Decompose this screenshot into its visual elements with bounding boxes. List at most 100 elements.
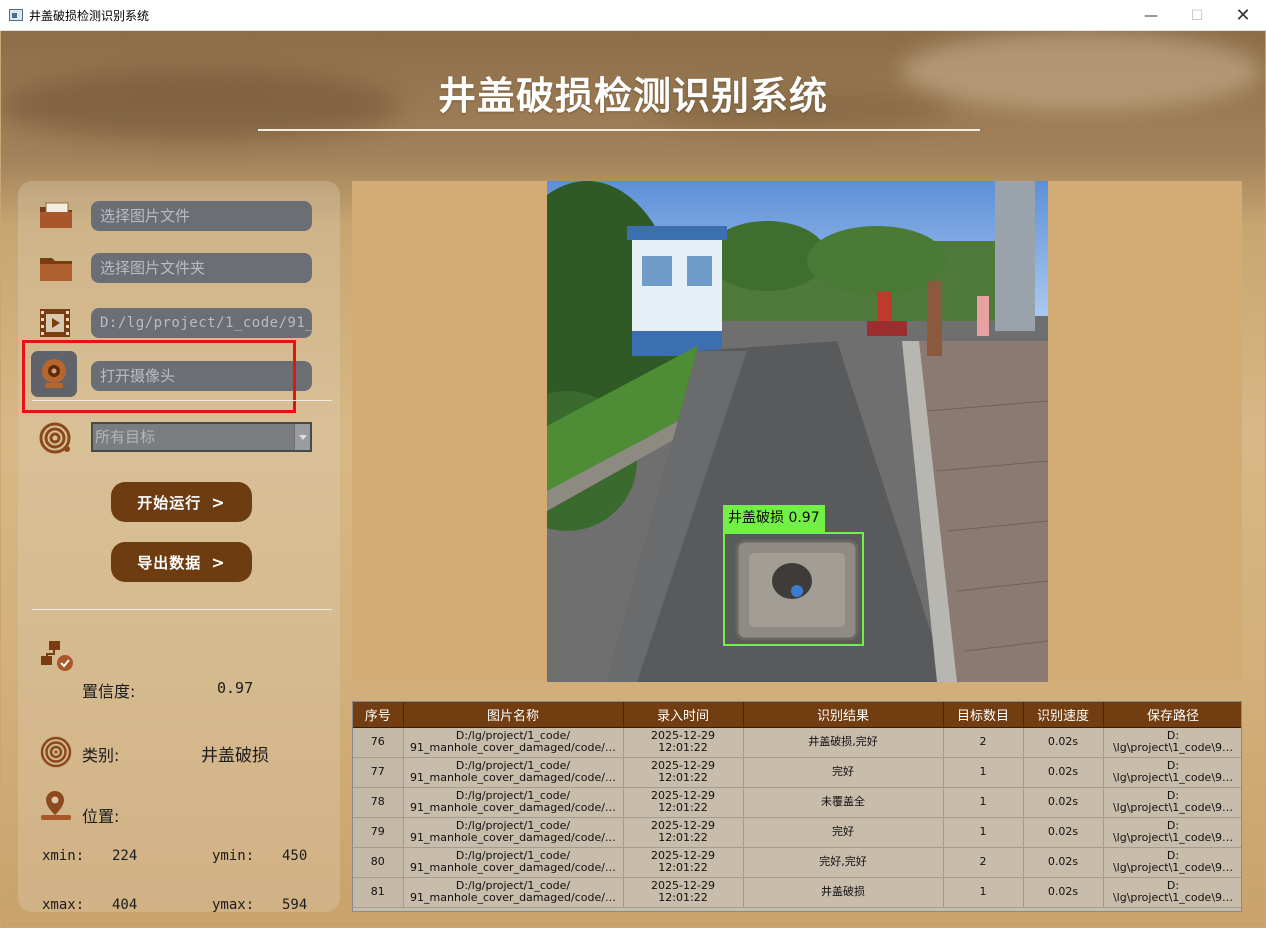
cell-result[interactable]: 未覆盖全 (743, 787, 944, 818)
cell-entry-time[interactable]: 2025-12-29 12:01:22 (623, 727, 744, 758)
cell-index-text: 80 (370, 855, 385, 868)
cell-result[interactable]: 完好,完好 (743, 847, 944, 878)
cell-result-text: 井盖破损,完好 (808, 735, 878, 748)
cell-result-text: 完好 (832, 765, 854, 778)
cell-speed-text: 0.02s (1047, 735, 1079, 748)
cell-speed[interactable]: 0.02s (1023, 877, 1104, 908)
cell-result[interactable]: 完好 (743, 817, 944, 848)
cell-index[interactable]: 81 (353, 877, 404, 908)
cell-entry-time[interactable]: 2025-12-29 12:01:22 (623, 817, 744, 848)
category-value: 井盖破损 (201, 746, 269, 766)
target-select[interactable]: 所有目标 (91, 422, 312, 452)
col-header-target-count[interactable]: 目标数目 (943, 702, 1024, 728)
cell-entry-time-text: 12:01:22 (658, 801, 708, 814)
export-data-label: 导出数据 (137, 553, 202, 572)
video-file-field[interactable]: D:/lg/project/1_code/91_mar (91, 308, 312, 338)
cell-speed[interactable]: 0.02s (1023, 817, 1104, 848)
cell-speed[interactable]: 0.02s (1023, 787, 1104, 818)
cell-entry-time[interactable]: 2025-12-29 12:01:22 (623, 757, 744, 788)
position-label: 位置: (82, 807, 120, 826)
cell-target-count[interactable]: 1 (943, 817, 1024, 848)
col-header-save-path[interactable]: 保存路径 (1103, 702, 1241, 728)
table-row[interactable]: 80 D:/lg/project/1_code/91_manhole_cover_… (353, 847, 1241, 878)
maximize-button[interactable]: ☐ (1174, 0, 1220, 31)
cell-speed[interactable]: 0.02s (1023, 847, 1104, 878)
confidence-value: 0.97 (217, 679, 254, 697)
col-header-image-name[interactable]: 图片名称 (403, 702, 624, 728)
camera-highlight-box (22, 340, 296, 413)
cell-image-name-text: 91_manhole_cover_damaged/code/… (410, 861, 616, 874)
table-row[interactable]: 77 D:/lg/project/1_code/91_manhole_cover_… (353, 757, 1241, 788)
table-row[interactable]: 79 D:/lg/project/1_code/91_manhole_cover_… (353, 817, 1241, 848)
xmin-label: xmin: (42, 848, 85, 864)
cell-save-path-text: \lg\project\1_code\9… (1112, 801, 1234, 814)
close-button[interactable]: ✕ (1220, 0, 1266, 31)
category-target-icon (40, 736, 72, 768)
cell-save-path-text: \lg\project\1_code\9… (1112, 741, 1234, 754)
col-header-result[interactable]: 识别结果 (743, 702, 944, 728)
cell-target-count[interactable]: 1 (943, 757, 1024, 788)
chevron-down-icon[interactable] (294, 424, 310, 450)
cell-entry-time[interactable]: 2025-12-29 12:01:22 (623, 847, 744, 878)
image-folder-icon[interactable] (37, 198, 75, 232)
ymin-label: ymin: (212, 848, 255, 864)
cell-result[interactable]: 井盖破损 (743, 877, 944, 908)
table-row[interactable]: 78 D:/lg/project/1_code/91_manhole_cover_… (353, 787, 1241, 818)
detection-label: 井盖破损 0.97 (723, 505, 825, 532)
cell-image-name[interactable]: D:/lg/project/1_code/91_manhole_cover_da… (403, 847, 624, 878)
cell-save-path[interactable]: D: \lg\project\1_code\9… (1103, 727, 1241, 758)
cell-index-text: 81 (370, 885, 385, 898)
cell-target-count[interactable]: 2 (943, 847, 1024, 878)
col-header-entry-time[interactable]: 录入时间 (623, 702, 744, 728)
col-header-speed[interactable]: 识别速度 (1023, 702, 1104, 728)
cell-speed[interactable]: 0.02s (1023, 727, 1104, 758)
cell-entry-time[interactable]: 2025-12-29 12:01:22 (623, 877, 744, 908)
video-film-icon[interactable] (37, 306, 75, 340)
cell-save-path[interactable]: D: \lg\project\1_code\9… (1103, 757, 1241, 788)
cell-save-path[interactable]: D: \lg\project\1_code\9… (1103, 847, 1241, 878)
chevron-right-icon: > (211, 492, 226, 512)
cell-entry-time[interactable]: 2025-12-29 12:01:22 (623, 787, 744, 818)
cell-image-name-text: 91_manhole_cover_damaged/code/… (410, 801, 616, 814)
cell-speed[interactable]: 0.02s (1023, 757, 1104, 788)
cell-target-count[interactable]: 1 (943, 877, 1024, 908)
cell-result[interactable]: 完好 (743, 757, 944, 788)
cell-index-text: 76 (370, 735, 385, 748)
table-row[interactable]: 76 D:/lg/project/1_code/91_manhole_cover_… (353, 727, 1241, 758)
cell-image-name[interactable]: D:/lg/project/1_code/91_manhole_cover_da… (403, 757, 624, 788)
export-data-button[interactable]: 导出数据 > (111, 542, 252, 582)
cell-index[interactable]: 79 (353, 817, 404, 848)
cell-index[interactable]: 80 (353, 847, 404, 878)
cell-image-name[interactable]: D:/lg/project/1_code/91_manhole_cover_da… (403, 877, 624, 908)
cell-save-path[interactable]: D: \lg\project\1_code\9… (1103, 787, 1241, 818)
image-display-area: 井盖破损 0.97 (352, 181, 1242, 682)
cell-save-path[interactable]: D: \lg\project\1_code\9… (1103, 877, 1241, 908)
cell-index[interactable]: 77 (353, 757, 404, 788)
cell-image-name[interactable]: D:/lg/project/1_code/91_manhole_cover_da… (403, 787, 624, 818)
col-header-index[interactable]: 序号 (353, 702, 404, 728)
cell-entry-time-text: 12:01:22 (658, 831, 708, 844)
image-file-field[interactable]: 选择图片文件 (91, 201, 312, 231)
detection-bounding-box (723, 532, 864, 646)
cell-save-path-text: \lg\project\1_code\9… (1112, 891, 1234, 904)
ymax-value: 594 (282, 897, 308, 913)
app-window-icon (9, 9, 23, 21)
cell-save-path-text: \lg\project\1_code\9… (1112, 831, 1234, 844)
ymax-label: ymax: (212, 897, 255, 913)
cell-result[interactable]: 井盖破损,完好 (743, 727, 944, 758)
cell-index[interactable]: 76 (353, 727, 404, 758)
image-folder-field[interactable]: 选择图片文件夹 (91, 253, 312, 283)
folder-icon[interactable] (37, 251, 75, 285)
results-table[interactable]: 序号 图片名称 录入时间 识别结果 目标数目 识别速度 保存路径 76 D:/lg… (352, 701, 1242, 912)
cell-index[interactable]: 78 (353, 787, 404, 818)
minimize-button[interactable]: — (1128, 0, 1174, 31)
target-select-value: 所有目标 (95, 428, 156, 446)
cell-target-count[interactable]: 2 (943, 727, 1024, 758)
cell-image-name[interactable]: D:/lg/project/1_code/91_manhole_cover_da… (403, 727, 624, 758)
table-row[interactable]: 81 D:/lg/project/1_code/91_manhole_cover_… (353, 877, 1241, 908)
start-run-button[interactable]: 开始运行 > (111, 482, 252, 522)
cell-target-count[interactable]: 1 (943, 787, 1024, 818)
cell-save-path[interactable]: D: \lg\project\1_code\9… (1103, 817, 1241, 848)
xmax-value: 404 (112, 897, 138, 913)
cell-image-name[interactable]: D:/lg/project/1_code/91_manhole_cover_da… (403, 817, 624, 848)
